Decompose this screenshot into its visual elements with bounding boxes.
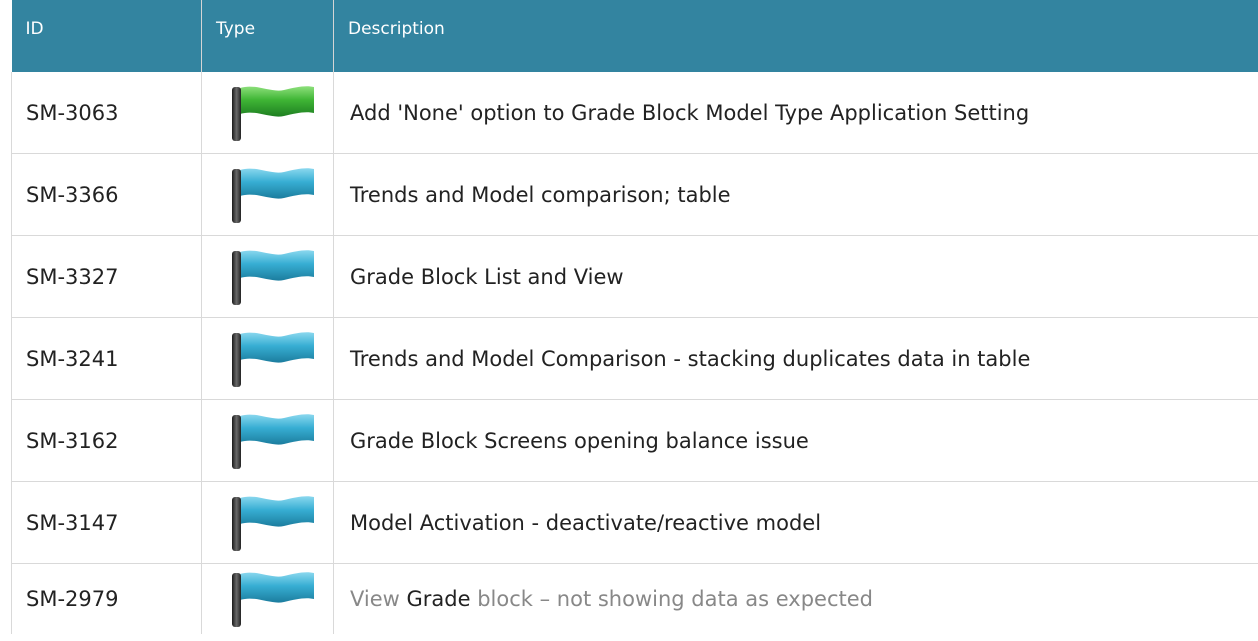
issue-id[interactable]: SM-3063 [11,72,202,154]
issue-id[interactable]: SM-3147 [11,481,202,564]
issue-description[interactable]: Trends and Model comparison; table [333,153,1258,236]
table-row: SM-3366 Trends and Model comparison; tab… [11,153,1258,236]
table-row: SM-2979 View Grade block – not showing d… [11,563,1258,635]
table-body: SM-3063 Add 'None' option to Grade Block… [11,72,1258,635]
issue-description[interactable]: Model Activation - deactivate/reactive m… [333,481,1258,564]
blue-flag-icon [226,248,318,306]
table-row: SM-3063 Add 'None' option to Grade Block… [11,72,1258,154]
issue-description[interactable]: Trends and Model Comparison - stacking d… [333,317,1258,400]
column-header-id-label: ID [25,19,44,39]
table-row: SM-3162 Grade Block Screens opening bala… [11,399,1258,482]
blue-flag-icon [226,330,318,388]
column-header-type[interactable]: Type [201,0,334,72]
description-text-part: View [350,587,407,611]
issue-table: ID Type Description SM-3063 Add 'None' o… [11,0,1258,634]
issue-type-cell [201,235,334,318]
column-header-type-label: Type [216,19,256,39]
blue-flag-icon [226,494,318,552]
issue-type-cell [201,399,334,482]
column-header-id[interactable]: ID [11,0,202,72]
issue-description[interactable]: Grade Block Screens opening balance issu… [333,399,1258,482]
issue-description[interactable]: View Grade block – not showing data as e… [334,564,1258,635]
description-text-part-highlight: Grade [406,587,471,611]
header-row: ID Type Description [11,0,1258,72]
issue-type-cell [201,72,334,154]
issue-type-cell [201,563,334,634]
table-header: ID Type Description [11,0,1258,72]
issue-type-cell [201,481,334,564]
table-row: SM-3241 Trends and Model Comparison - st… [11,317,1258,400]
issue-type-cell [201,153,334,236]
blue-flag-icon [226,412,318,470]
issue-id[interactable]: SM-3327 [11,235,202,318]
table-row: SM-3147 Model Activation - deactivate/re… [11,481,1258,564]
column-header-description-label: Description [348,19,445,39]
issue-id[interactable]: SM-3162 [11,399,202,482]
table-row: SM-3327 Grade Block List and View [11,235,1258,318]
blue-flag-icon [226,570,318,628]
issue-id[interactable]: SM-2979 [11,563,202,634]
column-header-description[interactable]: Description [333,0,1258,72]
issue-id[interactable]: SM-3241 [11,317,202,400]
issue-description[interactable]: Grade Block List and View [333,235,1258,318]
green-flag-icon [226,84,318,142]
issue-type-cell [201,317,334,400]
issue-id[interactable]: SM-3366 [11,153,202,236]
blue-flag-icon [226,166,318,224]
description-text-part: block – not showing data as expected [470,587,874,611]
issue-description[interactable]: Add 'None' option to Grade Block Model T… [333,72,1258,154]
